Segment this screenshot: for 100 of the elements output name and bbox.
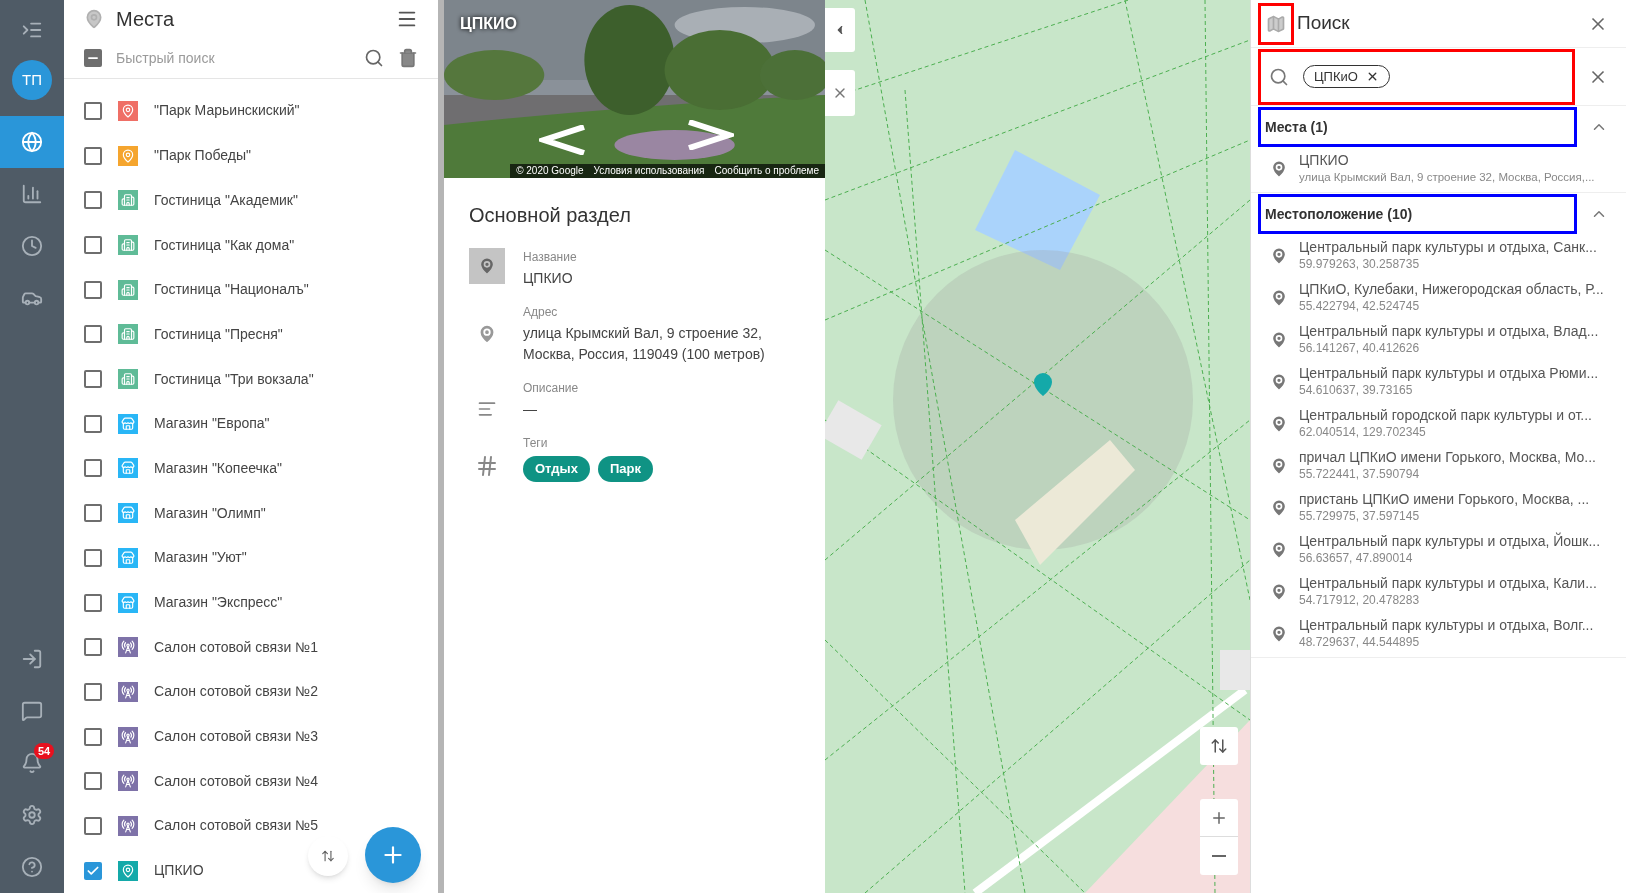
place-name: Магазин "Уют" <box>154 548 247 568</box>
search-result[interactable]: ЦПКИО улица Крымский Вал, 9 строение 32, Москва, Россия,... <box>1251 148 1626 190</box>
search-chip-text: ЦПКиО <box>1314 67 1358 86</box>
search-result[interactable]: причал ЦПКиО имени Горького, Москва, Мо... 55.722441, 37.590794 <box>1251 445 1626 487</box>
checkbox[interactable] <box>84 593 102 612</box>
checkbox[interactable] <box>84 504 102 523</box>
place-row[interactable]: Гостиница "Академик" <box>64 178 438 223</box>
add-button[interactable] <box>365 827 421 883</box>
checkbox[interactable] <box>84 146 102 165</box>
checkbox[interactable] <box>84 772 102 791</box>
search-result[interactable]: пристань ЦПКиО имени Горького, Москва, ... 55.729975, 37.597145 <box>1251 487 1626 529</box>
place-row[interactable]: Гостиница "Националъ" <box>64 267 438 313</box>
trash-icon[interactable] <box>398 48 418 68</box>
login-icon <box>21 648 43 670</box>
result-title: ЦПКИО <box>1299 152 1350 169</box>
checkbox[interactable] <box>84 414 102 433</box>
checkbox[interactable] <box>84 861 102 880</box>
settings-icon <box>21 804 43 826</box>
group-header[interactable]: Места (1) <box>1261 110 1574 144</box>
checkbox[interactable] <box>84 191 102 210</box>
search-field[interactable]: ЦПКиО <box>1261 51 1572 102</box>
checkbox[interactable] <box>84 638 102 657</box>
place-row[interactable]: Гостиница "Пресня" <box>64 312 438 357</box>
nav-item[interactable] <box>0 116 64 168</box>
result-detail: 56.141267, 40.412626 <box>1299 340 1421 357</box>
place-name: ЦПКИО <box>154 861 204 881</box>
checkbox[interactable] <box>84 370 102 389</box>
place-name: Гостиница "Академик" <box>154 190 298 210</box>
checkbox[interactable] <box>84 101 102 120</box>
result-detail: 62.040514, 129.702345 <box>1299 424 1427 441</box>
checkbox[interactable] <box>84 548 102 567</box>
place-row[interactable]: Магазин "Копеечка" <box>64 446 438 491</box>
pin-icon <box>469 248 505 284</box>
zoom-in-button[interactable] <box>1200 799 1238 837</box>
place-name: "Парк Марьинскиский" <box>154 101 300 121</box>
panel-title: Места <box>116 7 176 33</box>
checkbox[interactable] <box>84 325 102 344</box>
pin-icon <box>84 9 104 30</box>
place-row[interactable]: ЦПКИО <box>64 848 438 893</box>
field-label: Описание <box>523 380 580 397</box>
search-result[interactable]: Центральный парк культуры и отдыха Рюми... 54.610637, 39.73165 <box>1251 361 1626 403</box>
place-name: Магазин "Экспресс" <box>154 593 283 613</box>
place-row[interactable]: Гостиница "Три вокзала" <box>64 356 438 402</box>
text-icon <box>477 399 497 419</box>
result-detail: 55.722441, 37.590794 <box>1299 466 1421 483</box>
search-result[interactable]: Центральный городской парк культуры и от... 62.040514, 129.702345 <box>1251 403 1626 445</box>
search-field[interactable]: Быстрый поиск <box>116 47 350 69</box>
result-title: Центральный парк культуры и отдыха, Йошк... <box>1299 533 1601 550</box>
field-value: — <box>523 400 538 419</box>
result-detail: 48.729637, 44.544895 <box>1299 634 1421 651</box>
result-title: Центральный парк культуры и отдыха, Волг... <box>1299 617 1594 634</box>
place-name: Магазин "Олимп" <box>154 503 266 523</box>
place-row[interactable]: Салон сотовой связи №5 <box>64 803 438 849</box>
place-row[interactable]: Салон сотовой связи №4 <box>64 758 438 804</box>
checkbox[interactable] <box>84 816 102 835</box>
search-result[interactable]: ЦПКиО, Кулебаки, Нижегородская область, Р... 55.422794, 42.524745 <box>1251 277 1626 319</box>
place-row[interactable]: Салон сотовой связи №3 <box>64 714 438 759</box>
place-row[interactable]: Магазин "Уют" <box>64 535 438 581</box>
search-result[interactable]: Центральный парк культуры и отдыха, Кали... 54.717912, 20.478283 <box>1251 571 1626 613</box>
group-header[interactable]: Местоположение (10) <box>1261 197 1574 231</box>
checkbox[interactable] <box>84 280 102 299</box>
search-result[interactable]: Центральный парк культуры и отдыха, Санк... 59.979263, 30.258735 <box>1251 235 1626 277</box>
place-name: Гостиница "Три вокзала" <box>154 369 314 389</box>
place-row[interactable]: "Парк Марьинскиский" <box>64 88 438 134</box>
section-heading: Основной раздел <box>469 203 632 228</box>
search-result[interactable]: Центральный парк культуры и отдыха, Волг... 48.729637, 44.544895 <box>1251 613 1626 655</box>
search-icon[interactable] <box>364 48 384 68</box>
place-name: Магазин "Копеечка" <box>154 458 282 478</box>
place-row[interactable]: "Парк Победы" <box>64 133 438 178</box>
place-row[interactable]: Магазин "Экспресс" <box>64 580 438 625</box>
result-detail: 55.729975, 37.597145 <box>1299 508 1421 525</box>
result-title: Центральный парк культуры и отдыха, Кали... <box>1299 575 1597 592</box>
place-name: "Парк Победы" <box>154 146 251 166</box>
place-row[interactable]: Гостиница "Как дома" <box>64 222 438 268</box>
place-row[interactable]: Магазин "Европа" <box>64 401 438 447</box>
bar-chart-icon <box>21 183 43 205</box>
checkbox[interactable] <box>84 459 102 478</box>
checkbox[interactable] <box>84 49 102 67</box>
place-row[interactable]: Салон сотовой связи №1 <box>64 624 438 670</box>
place-name: Салон сотовой связи №3 <box>154 727 319 747</box>
checkbox[interactable] <box>84 727 102 746</box>
rotate-button[interactable] <box>1200 727 1238 765</box>
tag[interactable]: Отдых <box>523 456 590 482</box>
place-row[interactable]: Салон сотовой связи №2 <box>64 669 438 715</box>
nav-item[interactable]: 54 <box>0 737 64 789</box>
notification-count: 54 <box>34 743 55 759</box>
search-result[interactable]: Центральный парк культуры и отдыха, Йошк... 56.63657, 47.890014 <box>1251 529 1626 571</box>
help-icon <box>21 856 43 878</box>
sort-button[interactable] <box>308 836 348 876</box>
place-row[interactable]: Магазин "Олимп" <box>64 490 438 536</box>
tag[interactable]: Парк <box>597 456 653 482</box>
result-title: ЦПКиО, Кулебаки, Нижегородская область, Р... <box>1299 281 1604 298</box>
checkbox[interactable] <box>84 236 102 255</box>
place-name: Салон сотовой связи №2 <box>154 682 319 702</box>
result-detail: 54.610637, 39.73165 <box>1299 382 1414 399</box>
search-result[interactable]: Центральный парк культуры и отдыха, Влад... 56.141267, 40.412626 <box>1251 319 1626 361</box>
place-name: Гостиница "Националъ" <box>154 280 309 300</box>
place-name: Салон сотовой связи №1 <box>154 637 319 657</box>
sort-icon <box>321 849 335 863</box>
checkbox[interactable] <box>84 682 102 701</box>
